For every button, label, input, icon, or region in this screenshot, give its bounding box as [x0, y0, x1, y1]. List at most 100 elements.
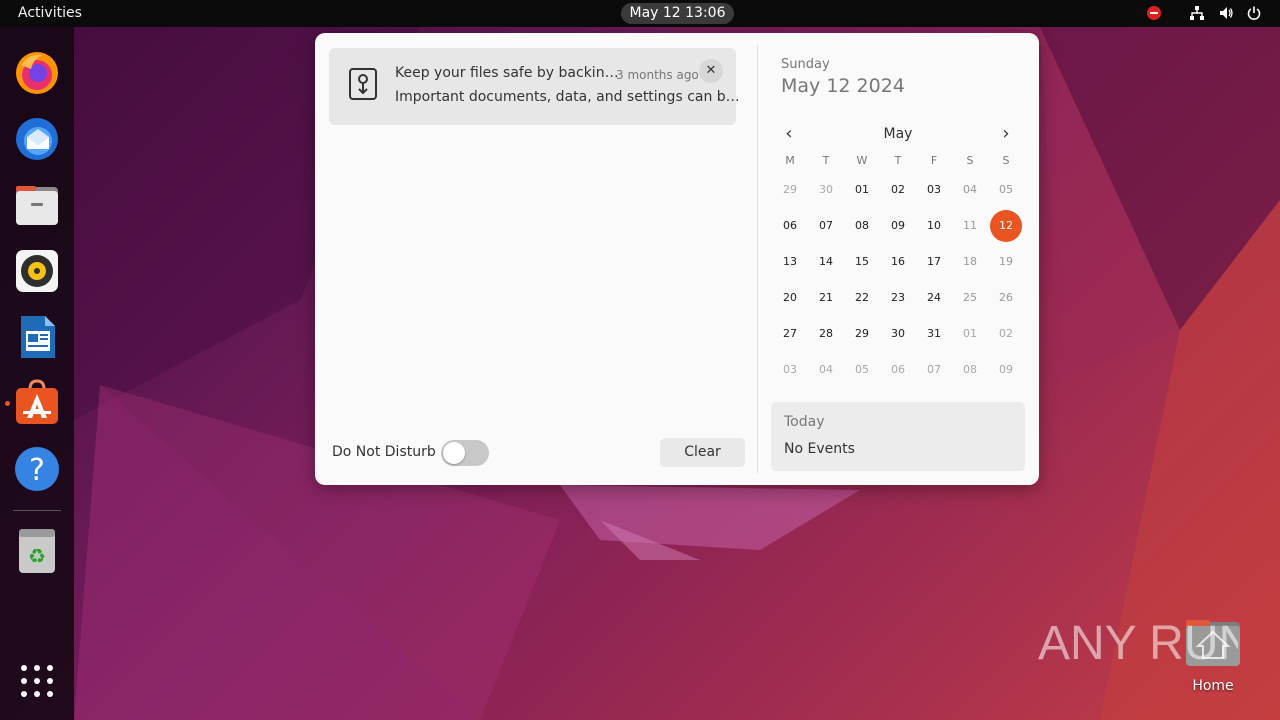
thunderbird-icon [16, 118, 58, 160]
dock: ? ♻ [0, 27, 74, 720]
do-not-disturb-toggle[interactable] [441, 440, 489, 466]
backup-icon [349, 68, 377, 100]
events-title: Today [784, 414, 825, 430]
notification-close-button[interactable]: ✕ [699, 59, 723, 83]
calendar-day[interactable]: 09 [990, 354, 1022, 386]
calendar-day[interactable]: 23 [882, 282, 914, 314]
next-month-button[interactable]: › [995, 123, 1017, 145]
calendar-month-label: May [883, 126, 913, 142]
calendar-day[interactable]: 03 [774, 354, 806, 386]
svg-text:♻: ♻ [28, 544, 46, 568]
watermark-text: ANY RUN [1038, 617, 1238, 670]
calendar-day[interactable]: 18 [954, 246, 986, 278]
calendar-weekday-header: W [856, 154, 868, 167]
calendar-day[interactable]: 30 [882, 318, 914, 350]
calendar-weekday-header: T [894, 154, 902, 167]
calendar-day[interactable]: 06 [774, 210, 806, 242]
calendar-day[interactable]: 29 [846, 318, 878, 350]
calendar-day[interactable]: 28 [810, 318, 842, 350]
app-grid-icon [21, 665, 53, 697]
calendar-day[interactable]: 31 [918, 318, 950, 350]
calendar-day[interactable]: 29 [774, 174, 806, 206]
calendar-day[interactable]: 10 [918, 210, 950, 242]
toggle-knob [443, 442, 465, 464]
home-folder-label: Home [1192, 678, 1234, 694]
calendar-day[interactable]: 30 [810, 174, 842, 206]
calendar-day[interactable]: 25 [954, 282, 986, 314]
clock-button[interactable]: May 12 13:06 [621, 3, 734, 24]
calendar-day[interactable]: 16 [882, 246, 914, 278]
notification-card[interactable]: Keep your files safe by backin… 3 months… [329, 48, 740, 125]
date-menu-popup: Keep your files safe by backin… 3 months… [315, 33, 1039, 485]
calendar-day[interactable]: 19 [990, 246, 1022, 278]
calendar-day[interactable]: 09 [882, 210, 914, 242]
calendar-day[interactable]: 14 [810, 246, 842, 278]
calendar-day[interactable]: 15 [846, 246, 878, 278]
close-icon: ✕ [705, 63, 717, 78]
events-section[interactable]: Today No Events [771, 402, 1025, 471]
clear-notifications-button[interactable]: Clear [660, 438, 745, 467]
calendar-weekday-header: F [930, 154, 938, 167]
calendar-day[interactable]: 11 [954, 210, 986, 242]
calendar-day[interactable]: 05 [846, 354, 878, 386]
ubuntu-software-launcher[interactable] [13, 379, 61, 427]
files-launcher[interactable] [13, 181, 61, 229]
libreoffice-writer-launcher[interactable] [13, 313, 61, 361]
popup-divider [757, 45, 758, 473]
calendar-day[interactable]: 08 [954, 354, 986, 386]
calendar-day[interactable]: 07 [810, 210, 842, 242]
trash-icon: ♻ [19, 529, 55, 573]
calendar-day[interactable]: 27 [774, 318, 806, 350]
calendar-day[interactable]: 22 [846, 282, 878, 314]
notification-time: 3 months ago [616, 68, 699, 82]
calendar-day[interactable]: 02 [882, 174, 914, 206]
rhythmbox-icon [16, 250, 58, 292]
calendar-day[interactable]: 17 [918, 246, 950, 278]
calendar-day[interactable]: 26 [990, 282, 1022, 314]
firefox-launcher[interactable] [13, 49, 61, 97]
power-icon[interactable] [1246, 5, 1262, 21]
trash-launcher[interactable]: ♻ [13, 527, 61, 575]
calendar-day[interactable]: 01 [846, 174, 878, 206]
calendar-day[interactable]: 20 [774, 282, 806, 314]
top-bar: Activities May 12 13:06 [0, 0, 1280, 27]
volume-icon[interactable] [1218, 5, 1234, 21]
calendar-weekday-header: T [822, 154, 830, 167]
calendar-day[interactable]: 02 [990, 318, 1022, 350]
help-icon: ? [15, 447, 59, 491]
calendar-day[interactable]: 04 [810, 354, 842, 386]
thunderbird-launcher[interactable] [13, 115, 61, 163]
calendar-day[interactable]: 03 [918, 174, 950, 206]
calendar-weekday-header: S [966, 154, 974, 167]
svg-text:?: ? [29, 453, 45, 488]
calendar-day[interactable]: 24 [918, 282, 950, 314]
calendar-day[interactable]: 08 [846, 210, 878, 242]
calendar-day[interactable]: 04 [954, 174, 986, 206]
network-icon[interactable] [1189, 5, 1205, 21]
calendar-day[interactable]: 05 [990, 174, 1022, 206]
writer-icon [21, 316, 55, 358]
activities-button[interactable]: Activities [18, 5, 82, 21]
calendar-day[interactable]: 13 [774, 246, 806, 278]
calendar-weekday-header: S [1002, 154, 1010, 167]
calendar-date[interactable]: May 12 2024 [781, 75, 905, 97]
calendar-weekday-header: M [785, 154, 795, 167]
anyrun-watermark: ANY RUN [1038, 617, 1238, 670]
calendar-day[interactable]: 21 [810, 282, 842, 314]
calendar-day[interactable]: 07 [918, 354, 950, 386]
do-not-disturb-icon[interactable] [1146, 5, 1162, 21]
calendar-day[interactable]: 01 [954, 318, 986, 350]
calendar-day[interactable]: 12 [990, 210, 1022, 242]
show-applications-button[interactable] [13, 657, 61, 705]
running-indicator [5, 401, 10, 406]
rhythmbox-launcher[interactable] [13, 247, 61, 295]
notification-title: Keep your files safe by backin… [395, 65, 619, 81]
previous-month-button[interactable]: ‹ [778, 123, 800, 145]
notification-body: Important documents, data, and settings … [395, 89, 740, 105]
ubuntu-software-icon [16, 379, 58, 424]
do-not-disturb-label: Do Not Disturb [332, 444, 436, 460]
firefox-icon [16, 52, 58, 94]
help-launcher[interactable]: ? [13, 445, 61, 493]
calendar-day[interactable]: 06 [882, 354, 914, 386]
files-icon [16, 186, 58, 225]
